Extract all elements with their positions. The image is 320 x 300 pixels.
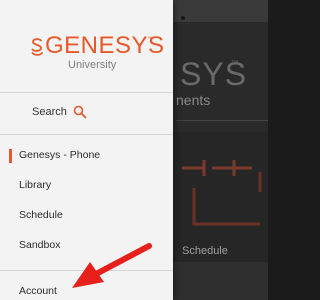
background-card-label: Schedule (182, 245, 228, 257)
background-status-dot (181, 16, 185, 20)
divider (0, 134, 173, 135)
search-label: Search (32, 106, 67, 118)
background-subtitle: nents (176, 92, 211, 108)
search-icon (73, 105, 87, 119)
nav-item-library[interactable]: Library (0, 176, 173, 196)
divider (0, 270, 173, 271)
nav-item-label: Library (19, 179, 52, 191)
logo: GENESYS ™ University (0, 0, 173, 92)
active-indicator (9, 149, 12, 163)
nav-item-genesys-phone[interactable]: Genesys - Phone (0, 146, 173, 166)
nav-item-sandbox[interactable]: Sandbox (0, 236, 173, 256)
nav-item-label: Account (19, 285, 57, 297)
background-bottom-strip (174, 262, 268, 300)
navigation-drawer: GENESYS ™ University Search Genesys - Ph… (0, 0, 173, 300)
background-divider (176, 120, 268, 121)
nav-item-schedule[interactable]: Schedule (0, 206, 173, 226)
genesys-logo-icon (31, 38, 43, 56)
nav-item-label: Genesys - Phone (19, 149, 101, 161)
search-button[interactable]: Search (0, 104, 173, 122)
nav-item-label: Sandbox (19, 239, 61, 251)
background-trademark: ™ (231, 60, 238, 67)
nav-item-account[interactable]: Account (0, 282, 173, 300)
nav-item-label: Schedule (19, 209, 63, 221)
divider (0, 92, 173, 93)
logo-trademark: ™ (147, 36, 152, 42)
app-screen: SYS ™ nents Schedule GENESYS ™ Universit… (0, 0, 268, 300)
logo-subtitle: University (68, 59, 117, 71)
